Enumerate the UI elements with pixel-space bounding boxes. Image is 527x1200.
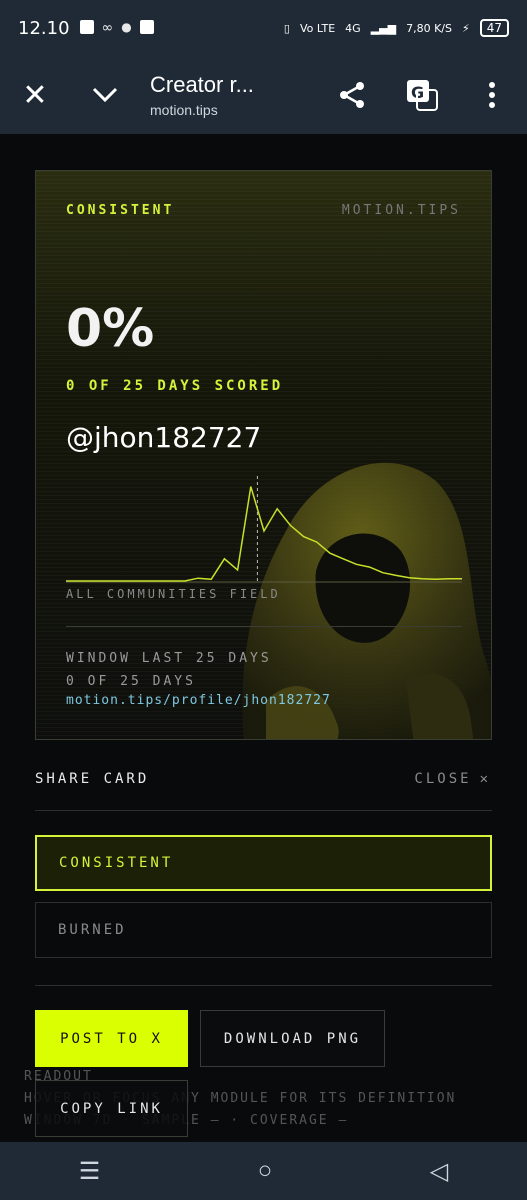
divider bbox=[35, 985, 492, 986]
card-username: @jhon182727 bbox=[66, 421, 262, 454]
copy-link-button[interactable]: COPY LINK bbox=[35, 1080, 188, 1137]
share-card-heading: SHARE CARD bbox=[35, 771, 150, 787]
card-status-tag: CONSISTENT bbox=[66, 203, 175, 218]
download-png-button[interactable]: DOWNLOAD PNG bbox=[200, 1010, 385, 1067]
post-to-x-button[interactable]: POST TO X bbox=[35, 1010, 188, 1067]
option-burned[interactable]: BURNED bbox=[35, 902, 492, 958]
browser-toolbar: ✕ Creator r... motion.tips G bbox=[0, 56, 527, 134]
close-button[interactable]: CLOSE ✕ bbox=[414, 771, 491, 787]
option-consistent[interactable]: CONSISTENT bbox=[35, 835, 492, 891]
card-profile-link[interactable]: motion.tips/profile/jhon182727 bbox=[66, 693, 331, 708]
network-label: 4G bbox=[345, 21, 361, 35]
divider bbox=[35, 810, 492, 811]
vibrate-icon: ▯ bbox=[283, 21, 290, 35]
card-days: 0 OF 25 DAYS bbox=[66, 674, 196, 689]
page-title-block: Creator r... motion.tips bbox=[140, 72, 317, 118]
signal-icon: ▂▄▆ bbox=[370, 21, 397, 35]
card-window-info: WINDOW LAST 25 DAYS 0 OF 25 DAYS bbox=[66, 647, 272, 693]
share-icon[interactable] bbox=[317, 56, 387, 134]
close-icon: ✕ bbox=[479, 771, 491, 787]
card-days-scored: 0 OF 25 DAYS SCORED bbox=[66, 378, 284, 394]
close-icon[interactable]: ✕ bbox=[0, 56, 70, 134]
recent-apps-icon[interactable]: ☰ bbox=[79, 1157, 101, 1186]
card-window: WINDOW LAST 25 DAYS bbox=[66, 651, 272, 666]
back-icon[interactable]: ◁ bbox=[430, 1157, 448, 1186]
status-time: 12.10 bbox=[18, 17, 70, 39]
battery-icon: 47 bbox=[479, 19, 509, 37]
chart-field-label: ALL COMMUNITIES FIELD bbox=[66, 587, 281, 601]
status-indicators: ▯ Vo LTE 4G ▂▄▆ 7,80 K/S ⚡ 47 bbox=[284, 19, 509, 37]
system-nav-bar: ☰ ○ ◁ bbox=[0, 1142, 527, 1200]
page-title: Creator r... bbox=[150, 72, 254, 97]
card-percent: 0% bbox=[66, 299, 155, 359]
volte-label: Vo LTE bbox=[299, 21, 336, 35]
infinity-icon: ∞ bbox=[101, 20, 114, 36]
card-divider bbox=[66, 626, 462, 627]
notification-icon bbox=[139, 20, 154, 34]
translate-icon[interactable]: G bbox=[387, 56, 457, 134]
card-site-label: MOTION.TIPS bbox=[341, 203, 461, 218]
more-icon[interactable] bbox=[457, 56, 527, 134]
chart-series-line bbox=[66, 486, 462, 582]
notification-icon bbox=[79, 20, 94, 34]
chat-icon: ● bbox=[121, 20, 132, 34]
page-content: READOUT HOVER OR FOCUS ANY MODULE FOR IT… bbox=[0, 134, 527, 1142]
chevron-down-icon[interactable] bbox=[70, 56, 140, 134]
share-card-preview: CONSISTENT MOTION.TIPS 0% 0 OF 25 DAYS S… bbox=[35, 170, 492, 740]
charging-icon: ⚡ bbox=[461, 21, 470, 35]
home-icon[interactable]: ○ bbox=[258, 1157, 273, 1185]
notification-icons: ∞ ● bbox=[79, 20, 154, 36]
page-url: motion.tips bbox=[150, 102, 218, 118]
status-bar: 12.10 ∞ ● ▯ Vo LTE 4G ▂▄▆ 7,80 K/S ⚡ 47 bbox=[0, 0, 527, 56]
close-label: CLOSE bbox=[414, 771, 472, 787]
net-speed: 7,80 K/S bbox=[406, 21, 452, 35]
